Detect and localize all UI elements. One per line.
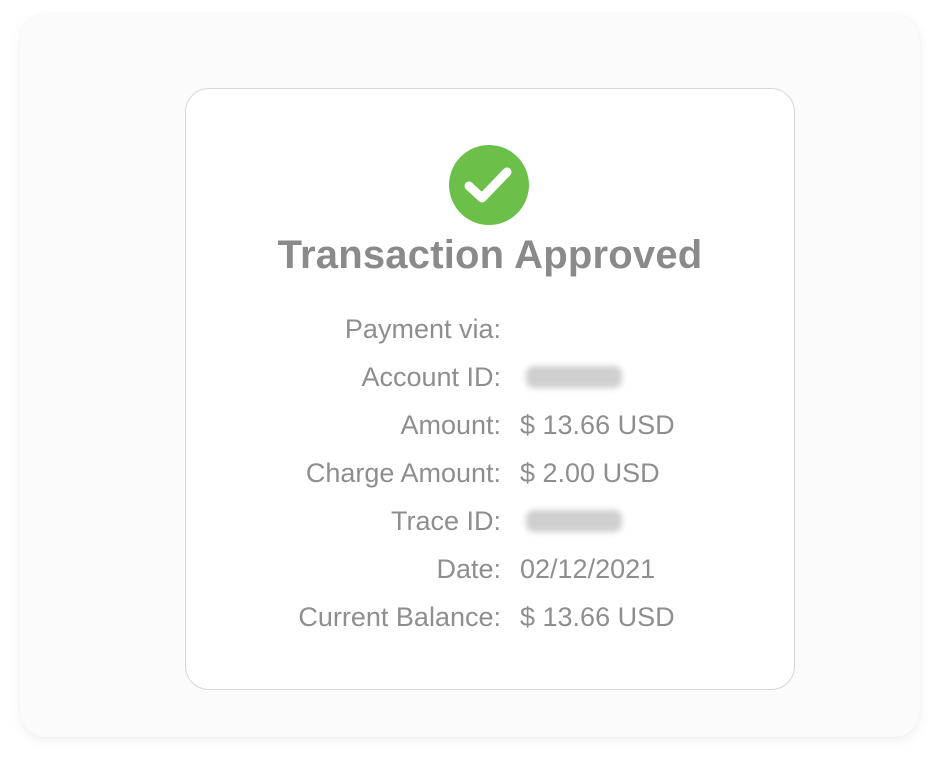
detail-row-current-balance: Current Balance: $ 13.66 USD [186,597,794,637]
detail-label: Payment via: [344,314,501,344]
detail-value: $ 13.66 USD [520,410,675,440]
transaction-status-title: Transaction Approved [277,233,703,277]
check-circle-icon [449,145,529,225]
outer-card: Transaction Approved Payment via: Accoun… [20,14,920,737]
detail-label: Date: [436,554,501,584]
detail-row-date: Date: 02/12/2021 [186,549,794,589]
detail-row-trace-id: Trace ID: [186,501,794,541]
detail-value-redacted [520,357,622,399]
detail-row-payment-via: Payment via: [186,309,794,349]
detail-label: Current Balance: [298,602,501,632]
detail-row-account-id: Account ID: [186,357,794,397]
detail-value-redacted [520,501,622,543]
detail-label: Amount: [400,410,501,440]
redacted-block [526,510,622,532]
receipt-card: Transaction Approved Payment via: Accoun… [185,88,795,690]
detail-label: Account ID: [361,362,501,392]
detail-value: $ 13.66 USD [520,602,675,632]
checkmark-icon [464,167,512,203]
redacted-block [526,366,622,388]
detail-value: $ 2.00 USD [520,458,660,488]
detail-row-amount: Amount: $ 13.66 USD [186,405,794,445]
detail-value: 02/12/2021 [520,554,656,584]
detail-label: Charge Amount: [305,458,501,488]
detail-row-charge-amount: Charge Amount: $ 2.00 USD [186,453,794,493]
detail-label: Trace ID: [390,506,501,536]
